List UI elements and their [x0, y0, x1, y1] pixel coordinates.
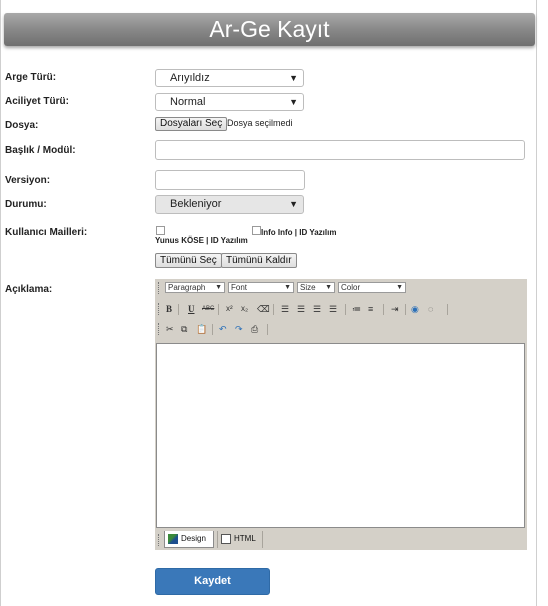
toolbar-separator	[267, 324, 268, 335]
toolbar-separator	[405, 304, 406, 315]
select-all-button[interactable]: Tümünü Seç	[155, 253, 222, 268]
user-checkbox-1[interactable]	[156, 226, 165, 235]
toolbar-grip	[158, 282, 161, 294]
align-justify-icon[interactable]: ☰	[329, 303, 337, 315]
design-icon	[168, 533, 178, 544]
size-dropdown[interactable]: Size ▼	[297, 282, 335, 293]
durum-value: Bekleniyor	[170, 198, 222, 210]
superscript-icon[interactable]: x²	[226, 303, 233, 315]
aciliyet-label: Aciliyet Türü:	[5, 96, 69, 107]
toolbar-grip	[158, 323, 161, 335]
bold-icon[interactable]: B	[166, 303, 172, 315]
color-dropdown[interactable]: Color ▼	[338, 282, 406, 293]
html-icon	[221, 533, 231, 544]
file-status: Dosya seçilmedi	[227, 118, 293, 128]
editor-toolbar-row-1: Paragraph ▼ Font ▼ Size ▼ Color ▼	[155, 279, 527, 299]
toolbar-separator	[212, 324, 213, 335]
user-label-1: Yunus KÖSE | ID Yazılım	[155, 236, 248, 245]
mailler-label: Kullanıcı Mailleri:	[5, 227, 88, 238]
chevron-down-icon: ▼	[289, 199, 298, 209]
align-right-icon[interactable]: ☰	[313, 303, 321, 315]
user-label-2: Info Info | ID Yazılım	[261, 228, 337, 237]
print-icon[interactable]: ⎙	[251, 323, 258, 335]
save-button[interactable]: Kaydet	[155, 568, 270, 595]
eraser-icon[interactable]: ⌫	[257, 303, 270, 315]
chevron-down-icon: ▼	[289, 73, 298, 83]
unlink-icon[interactable]: ◌	[428, 303, 433, 315]
arge-turu-select[interactable]: Arıyıldız ▼	[155, 69, 304, 87]
page-title: Ar-Ge Kayıt	[4, 13, 535, 46]
indent-icon[interactable]: ⇥	[391, 303, 399, 315]
tab-design[interactable]: Design	[164, 531, 214, 548]
toolbar-separator	[447, 304, 448, 315]
redo-icon[interactable]: ↷	[235, 323, 243, 335]
aciliyet-select[interactable]: Normal ▼	[155, 93, 304, 111]
editor-mode-tabs: Design HTML	[155, 530, 527, 550]
deselect-all-button[interactable]: Tümünü Kaldır	[221, 253, 297, 268]
editor-toolbar-row-3: ✂ ⧉ 📋 ↶ ↷ ⎙	[155, 320, 527, 340]
arge-turu-label: Arge Türü:	[5, 72, 57, 83]
aciklama-label: Açıklama:	[5, 284, 53, 295]
editor-toolbar-row-2: B U ABC x² x₂ ⌫ ☰ ☰ ☰ ☰ ≔ ≡ ⇥ ◉ ◌	[155, 300, 527, 320]
editor-content-area[interactable]	[156, 343, 525, 528]
bullet-list-icon[interactable]: ≔	[352, 303, 361, 315]
toolbar-separator	[178, 304, 179, 315]
toolbar-separator	[218, 304, 219, 315]
file-choose-button[interactable]: Dosyaları Seç	[155, 117, 228, 131]
toolbar-separator	[345, 304, 346, 315]
dosya-label: Dosya:	[5, 120, 39, 131]
chevron-down-icon: ▼	[289, 97, 298, 107]
align-center-icon[interactable]: ☰	[297, 303, 305, 315]
cut-icon[interactable]: ✂	[166, 323, 174, 335]
font-dropdown[interactable]: Font ▼	[228, 282, 294, 293]
arge-turu-value: Arıyıldız	[170, 72, 210, 84]
aciliyet-value: Normal	[170, 96, 206, 108]
subscript-icon[interactable]: x₂	[241, 303, 248, 315]
user-checkbox-2[interactable]	[252, 226, 261, 235]
versiyon-label: Versiyon:	[5, 175, 51, 186]
copy-icon[interactable]: ⧉	[181, 323, 187, 335]
versiyon-input[interactable]	[155, 170, 305, 190]
durum-select[interactable]: Bekleniyor ▼	[155, 195, 304, 214]
strikethrough-icon[interactable]: ABC	[202, 303, 214, 315]
tab-html[interactable]: HTML	[217, 531, 263, 548]
rich-text-editor: Paragraph ▼ Font ▼ Size ▼ Color ▼ B U ABC x²…	[155, 279, 527, 550]
align-left-icon[interactable]: ☰	[281, 303, 289, 315]
toolbar-separator	[383, 304, 384, 315]
durum-label: Durumu:	[5, 199, 47, 210]
undo-icon[interactable]: ↶	[219, 323, 227, 335]
link-globe-icon[interactable]: ◉	[411, 303, 419, 315]
toolbar-separator	[273, 304, 274, 315]
numbered-list-icon[interactable]: ≡	[368, 303, 373, 315]
underline-icon[interactable]: U	[188, 303, 195, 315]
paste-icon[interactable]: 📋	[196, 323, 207, 335]
toolbar-grip	[158, 534, 161, 546]
baslik-label: Başlık / Modül:	[5, 145, 76, 156]
baslik-input[interactable]	[155, 140, 525, 160]
paragraph-dropdown[interactable]: Paragraph ▼	[165, 282, 225, 293]
toolbar-grip	[158, 303, 161, 315]
